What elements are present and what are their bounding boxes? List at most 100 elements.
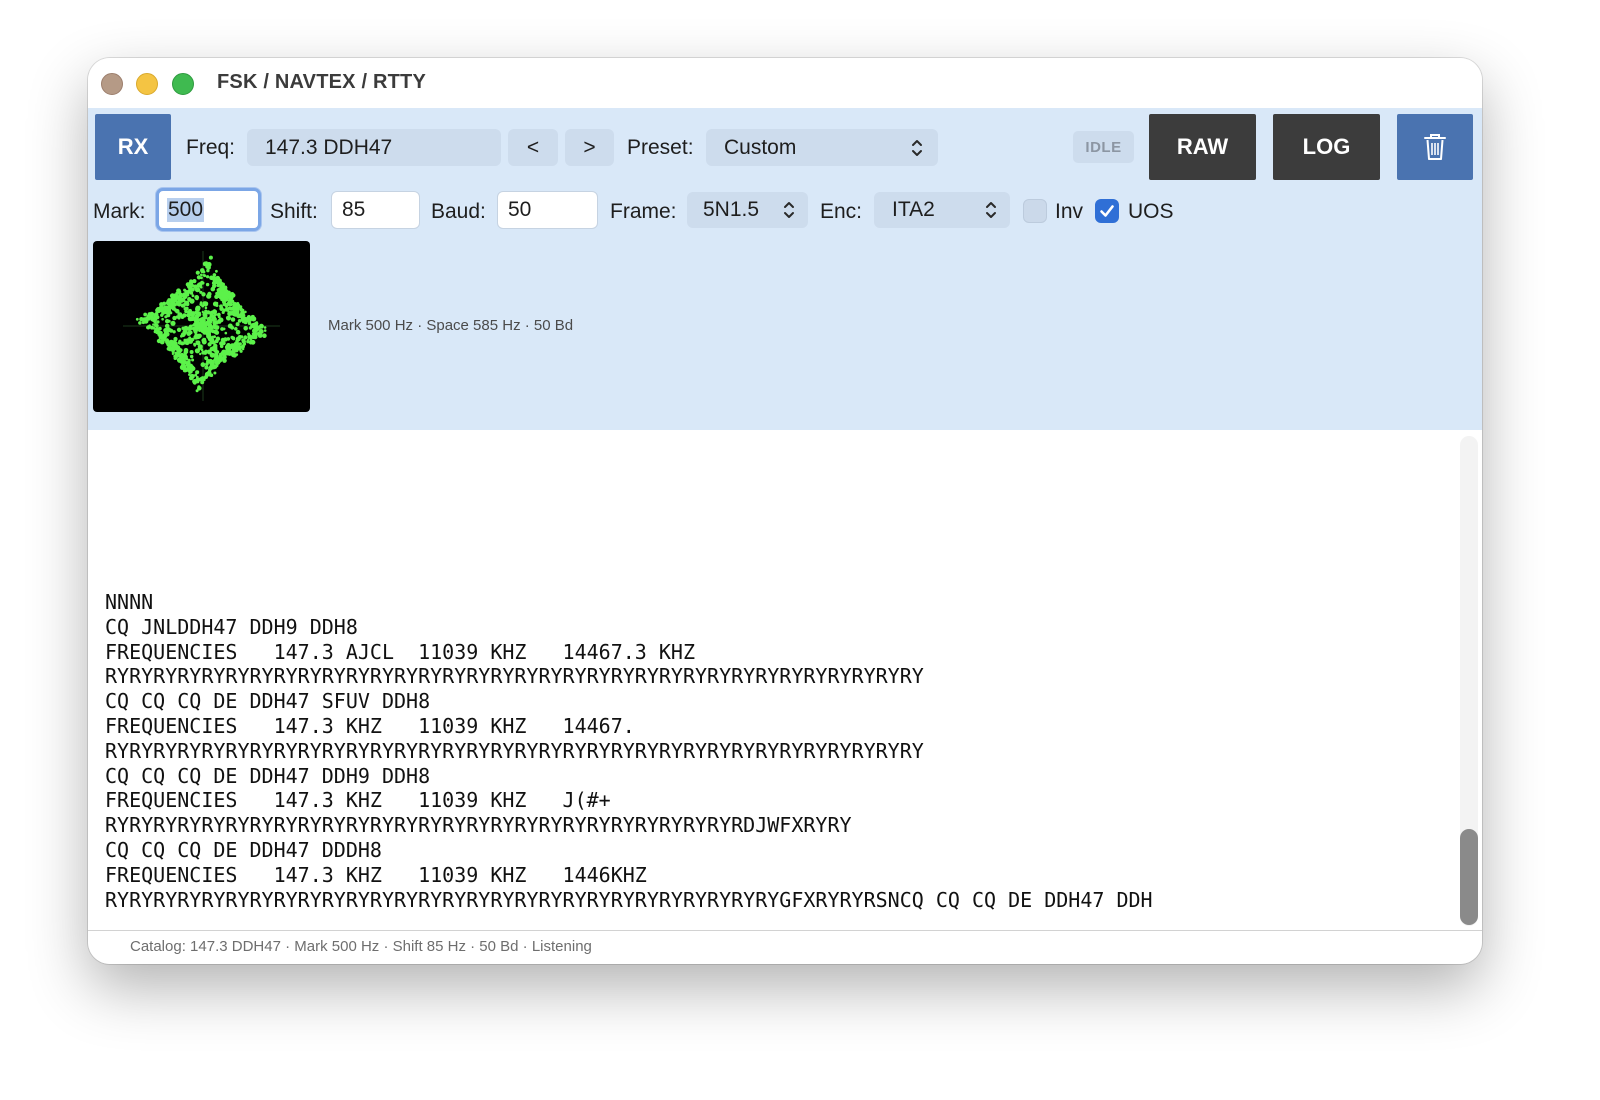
- inv-checkbox[interactable]: [1023, 199, 1047, 223]
- rx-button[interactable]: RX: [95, 114, 171, 180]
- output-line: CQ CQ CQ DE DDH47 DDH9 DDH8: [105, 763, 431, 788]
- title-bar: FSK / NAVTEX / RTTY: [88, 58, 1482, 108]
- uos-label: UOS: [1128, 200, 1174, 223]
- scope-sample: [189, 317, 194, 321]
- control-panel: RX Freq: 147.3 DDH47 < > Preset: Custom …: [88, 108, 1482, 430]
- mark-label: Mark:: [93, 200, 146, 223]
- scope-sample: [213, 343, 217, 347]
- scope-sample: [155, 324, 159, 328]
- scope-sample: [167, 347, 172, 352]
- scope-sample: [161, 311, 165, 315]
- scope-sample: [185, 302, 190, 307]
- scope-sample: [198, 377, 202, 382]
- scope-sample: [218, 352, 222, 356]
- scope-sample: [194, 348, 200, 354]
- scope-sample: [234, 306, 239, 311]
- scope-sample: [200, 273, 203, 277]
- scope-sample: [212, 273, 217, 277]
- scope-sample: [169, 311, 173, 315]
- raw-button[interactable]: RAW: [1149, 114, 1256, 180]
- scope-sample: [248, 321, 252, 325]
- scope-sample: [189, 324, 193, 328]
- scope-sample: [143, 312, 148, 317]
- scope-caption: Mark 500 Hz · Space 585 Hz · 50 Bd: [328, 317, 574, 334]
- output-line: FREQUENCIES 147.3 AJCL 11039 KHZ 14467.3…: [105, 639, 696, 664]
- scope-sample: [156, 320, 160, 324]
- scope-sample: [205, 301, 209, 305]
- next-frequency-button[interactable]: >: [565, 129, 614, 166]
- close-window-button[interactable]: [101, 73, 123, 95]
- scope-sample: [248, 316, 253, 321]
- scope-sample: [165, 319, 170, 324]
- scope-sample: [188, 369, 193, 374]
- status-bar: Catalog: 147.3 DDH47 · Mark 500 Hz · Shi…: [88, 930, 1482, 964]
- scope-sample: [250, 339, 256, 345]
- scope-sample: [199, 352, 202, 356]
- scope-sample: [198, 323, 203, 328]
- scope-sample: [209, 373, 214, 377]
- scope-sample: [191, 327, 196, 331]
- scope-sample: [200, 270, 204, 274]
- scope-sample: [255, 321, 258, 324]
- scope-sample: [208, 368, 212, 372]
- scope-sample: [240, 335, 244, 339]
- scope-sample: [163, 305, 166, 308]
- scope-sample: [226, 301, 231, 306]
- scope-sample: [190, 311, 195, 316]
- status-badge: IDLE: [1073, 131, 1134, 163]
- scope-sample: [201, 310, 204, 314]
- scope-sample: [213, 329, 218, 335]
- scope-sample: [179, 359, 184, 364]
- uos-checkbox[interactable]: [1095, 199, 1119, 223]
- scope-sample: [171, 341, 177, 347]
- scope-sample: [239, 307, 244, 312]
- scope-sample: [226, 346, 231, 351]
- scope-sample: [215, 364, 219, 368]
- scrollbar-thumb[interactable]: [1460, 829, 1478, 925]
- decoded-text: NNNN CQ JNLDDH47 DDH9 DDH8 FREQUENCIES 1…: [105, 590, 1442, 912]
- scope-sample: [193, 343, 197, 347]
- scope-sample: [195, 389, 199, 393]
- scope-sample: [185, 357, 189, 361]
- baud-input[interactable]: 50: [497, 191, 598, 229]
- scope-sample: [212, 320, 218, 326]
- mark-input[interactable]: 500: [156, 188, 261, 231]
- prev-frequency-button[interactable]: <: [508, 129, 558, 166]
- scope-sample: [166, 327, 172, 333]
- scope-sample: [204, 261, 208, 265]
- scope-sample: [232, 348, 237, 353]
- clear-button[interactable]: [1397, 114, 1473, 180]
- scope-sample: [152, 323, 155, 326]
- minimize-window-button[interactable]: [136, 73, 158, 95]
- scope-sample: [217, 315, 221, 319]
- log-button[interactable]: LOG: [1273, 114, 1380, 180]
- shift-value: 85: [342, 198, 366, 221]
- output-line: RYRYRYRYRYRYRYRYRYRYRYRYRYRYRYRYRYRYRYRY…: [105, 887, 1153, 912]
- shift-input[interactable]: 85: [331, 191, 420, 229]
- scope-sample: [149, 311, 155, 317]
- scope-sample: [166, 301, 170, 304]
- decoded-output[interactable]: NNNN CQ JNLDDH47 DDH9 DDH8 FREQUENCIES 1…: [88, 430, 1482, 930]
- scope-sample: [154, 327, 159, 331]
- maximize-window-button[interactable]: [172, 73, 194, 95]
- freq-field[interactable]: 147.3 DDH47: [247, 129, 501, 166]
- enc-select[interactable]: ITA2: [874, 192, 1010, 228]
- scope-sample: [223, 351, 226, 354]
- scope-sample: [180, 299, 184, 303]
- scope-sample: [204, 371, 210, 377]
- scope-sample: [234, 327, 238, 331]
- scope-sample: [217, 290, 221, 294]
- output-line: RYRYRYRYRYRYRYRYRYRYRYRYRYRYRYRYRYRYRYRY…: [105, 738, 924, 763]
- preset-label: Preset:: [627, 136, 694, 159]
- scope-sample: [179, 354, 183, 358]
- preset-select[interactable]: Custom: [706, 129, 938, 166]
- scope-sample: [235, 336, 241, 342]
- enc-label: Enc:: [820, 200, 863, 223]
- baud-label: Baud:: [431, 200, 486, 223]
- frame-select[interactable]: 5N1.5: [687, 192, 808, 228]
- scope-sample: [162, 301, 167, 306]
- scope-sample: [204, 356, 209, 361]
- scope-sample: [233, 345, 238, 350]
- scope-plot: [123, 251, 280, 401]
- scope-sample: [198, 326, 203, 332]
